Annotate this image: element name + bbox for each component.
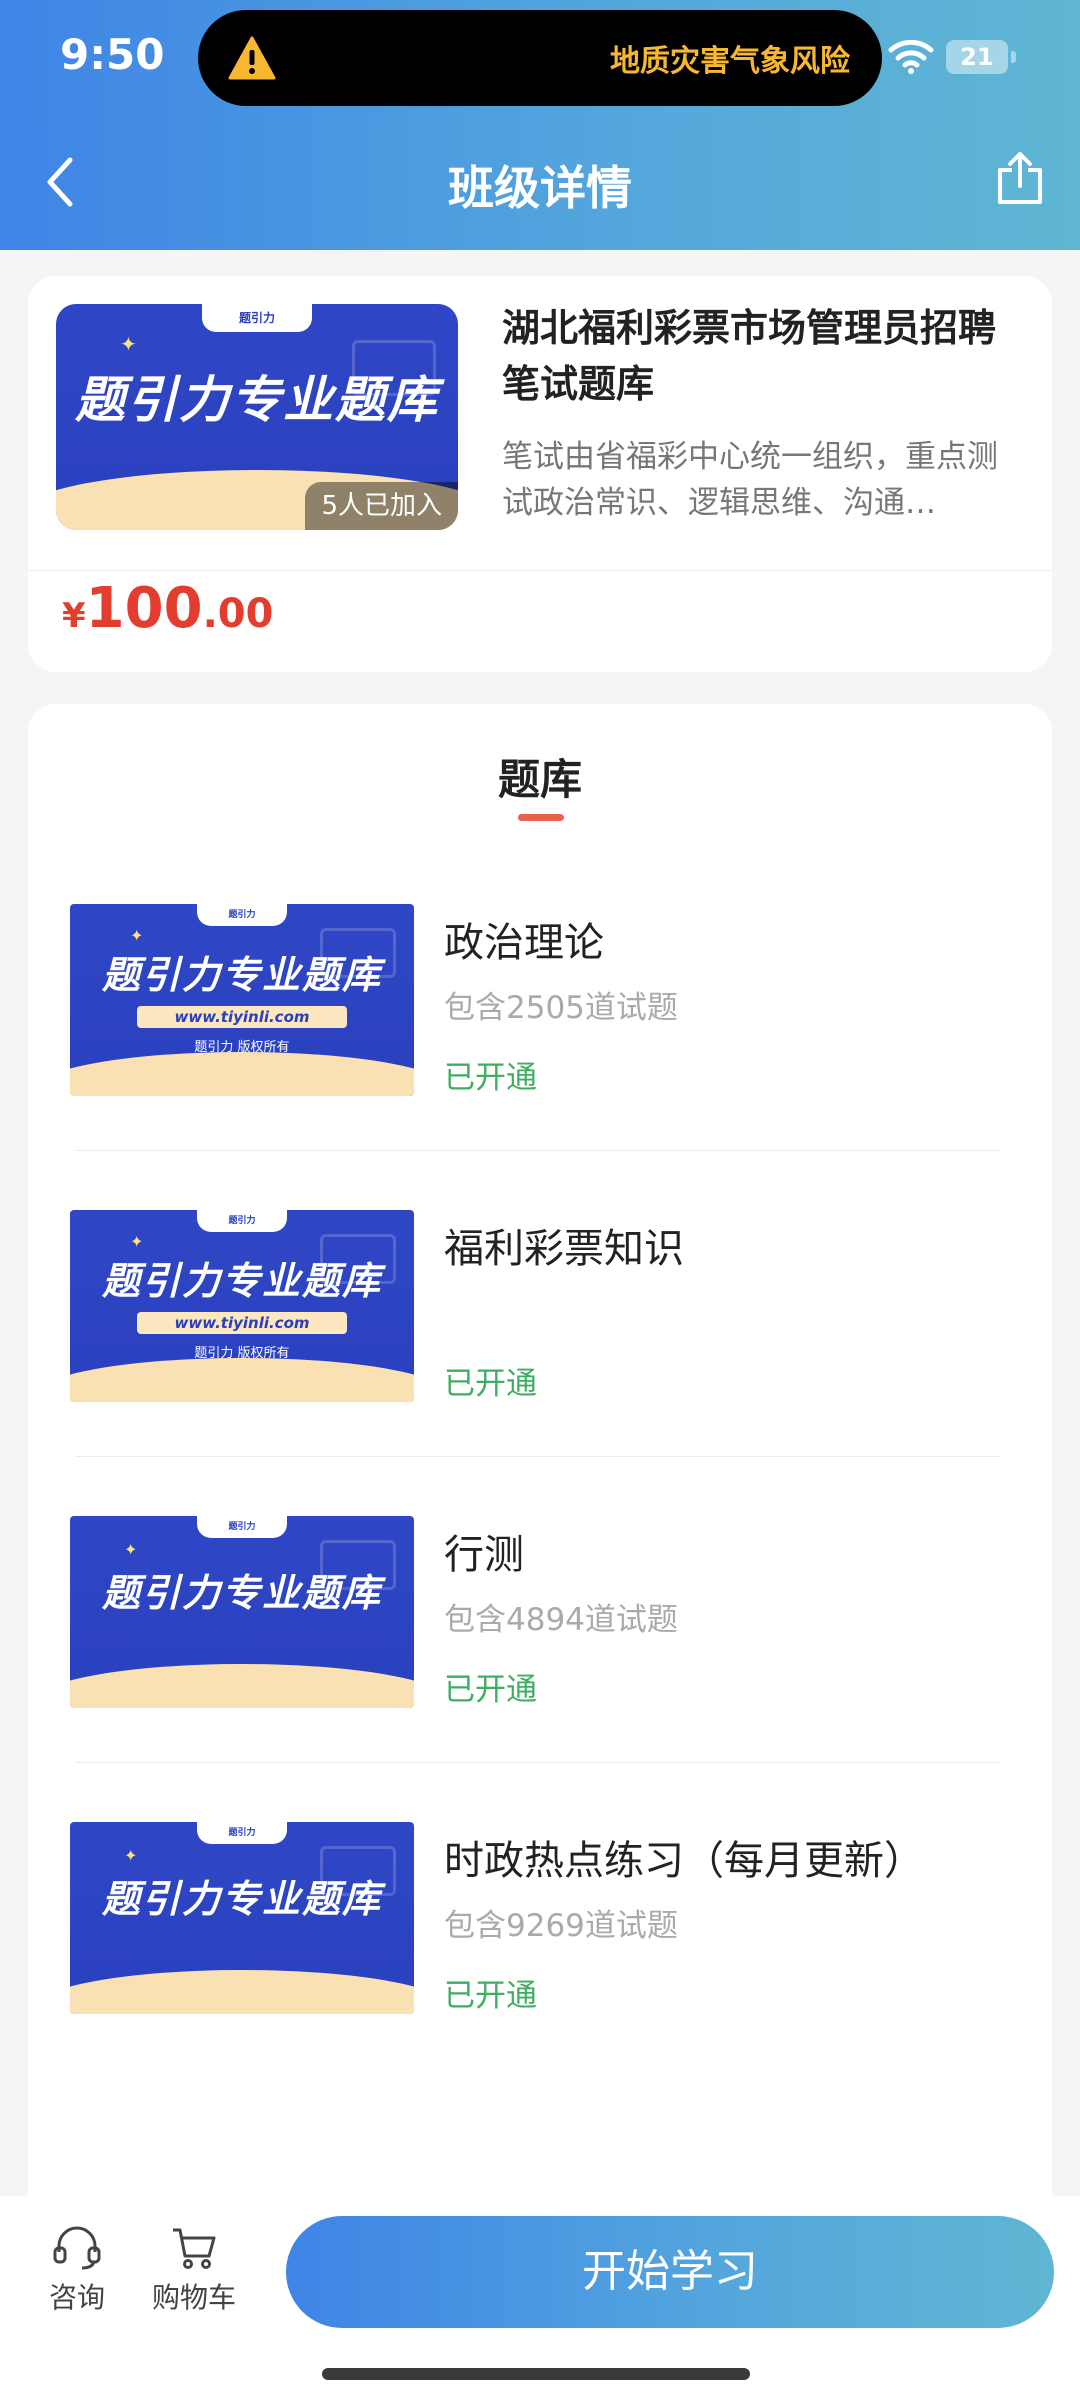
product-cover-image: ✦ 题引力 题引力专业题库 题引力 版权所有 5人已加入 [56, 304, 458, 530]
bank-item-count: 包含9269道试题 [444, 1908, 678, 1944]
bank-item-name: 行测 [444, 1532, 524, 1578]
cover-url: www.tiyinli.com [137, 1006, 347, 1028]
price-currency: ¥ [62, 596, 86, 636]
bank-item-name: 福利彩票知识 [444, 1226, 684, 1272]
bank-item-status: 已开通 [444, 1672, 537, 1708]
share-icon[interactable] [994, 150, 1046, 206]
dynamic-island-alert[interactable]: 地质灾害气象风险 [198, 10, 882, 106]
cover-slogan: 题引力专业题库 [75, 371, 439, 429]
alert-text: 地质灾害气象风险 [610, 44, 850, 79]
bank-item-cover: ✦ 题引力 题引力专业题库 题引力 版权所有 [70, 1822, 414, 2014]
cover-slogan: 题引力专业题库 [101, 1877, 382, 1921]
bank-item-name: 时政热点练习（每月更新） [444, 1838, 924, 1884]
cover-slogan: 题引力专业题库 [101, 1571, 382, 1615]
status-time: 9:50 [60, 30, 165, 79]
cover-url: www.tiyinli.com [137, 1312, 347, 1334]
cover-wave [70, 1664, 414, 1708]
wifi-icon [888, 39, 934, 74]
battery-indicator: 21 [946, 40, 1016, 74]
consult-button[interactable]: 咨询 [42, 2226, 112, 2316]
star-icon: ✦ [124, 1846, 138, 1865]
cover-slogan: 题引力专业题库 [101, 953, 382, 997]
cover-brand-tab: 题引力 [197, 1210, 287, 1232]
cover-wave [70, 1052, 414, 1096]
star-icon: ✦ [120, 332, 137, 356]
cover-wave [70, 1970, 414, 2014]
star-icon: ✦ [130, 1232, 144, 1251]
question-bank-section: 题库 ✦ 题引力 题引力专业题库 www.tiyinli.com 题引力 版权所… [28, 704, 1052, 2224]
cover-brand-tab: 题引力 [197, 904, 287, 926]
cart-icon [173, 2228, 216, 2269]
consult-label: 咨询 [48, 2281, 105, 2314]
bank-item-count: 包含4894道试题 [444, 1602, 678, 1638]
page-title: 班级详情 [448, 161, 632, 215]
section-title: 题库 [497, 755, 582, 804]
joined-count-badge: 5人已加入 [305, 482, 458, 530]
divider [76, 1150, 1000, 1151]
cover-brand-tab: 题引力 [202, 304, 312, 332]
bank-item-cover: ✦ 题引力 题引力专业题库 题引力 版权所有 [70, 1516, 414, 1708]
cover-brand-tab: 题引力 [197, 1516, 287, 1538]
bank-item-status: 已开通 [444, 1366, 537, 1402]
divider [28, 570, 1052, 571]
divider [76, 1762, 1000, 1763]
star-icon: ✦ [130, 926, 144, 945]
price: ¥100.00 [62, 576, 273, 641]
bank-item-politics[interactable]: ✦ 题引力 题引力专业题库 www.tiyinli.com 题引力 版权所有 政… [28, 904, 1052, 1210]
home-indicator[interactable] [322, 2368, 750, 2380]
bank-item-current-affairs[interactable]: ✦ 题引力 题引力专业题库 题引力 版权所有 时政热点练习（每月更新） 包含92… [28, 1822, 1052, 2128]
product-title: 湖北福利彩票市场管理员招聘笔试题库 [502, 306, 997, 406]
bank-item-name: 政治理论 [444, 920, 604, 966]
header: 9:50 地质灾害气象风险 21 班级详情 [0, 0, 1080, 250]
cart-label: 购物车 [151, 2281, 236, 2314]
star-icon: ✦ [124, 1540, 138, 1559]
bank-item-count: 包含2505道试题 [444, 990, 678, 1026]
cover-slogan: 题引力专业题库 [101, 1259, 382, 1303]
warning-icon [228, 36, 276, 80]
bank-item-cover: ✦ 题引力 题引力专业题库 www.tiyinli.com 题引力 版权所有 [70, 904, 414, 1096]
price-integer: 100 [85, 576, 203, 641]
price-decimal: .00 [202, 591, 274, 637]
product-description: 笔试由省福彩中心统一组织，重点测试政治常识、逻辑思维、沟通… [502, 439, 998, 521]
bank-item-aptitude-test[interactable]: ✦ 题引力 题引力专业题库 题引力 版权所有 行测 包含4894道试题 已开通 [28, 1516, 1052, 1822]
cover-wave [70, 1358, 414, 1402]
product-card: ✦ 题引力 题引力专业题库 题引力 版权所有 5人已加入 湖北福利彩票市场管理员… [28, 276, 1052, 672]
bank-item-lottery-knowledge[interactable]: ✦ 题引力 题引力专业题库 www.tiyinli.com 题引力 版权所有 福… [28, 1210, 1052, 1516]
section-title-underline [518, 814, 564, 821]
bank-item-status: 已开通 [444, 1978, 537, 2014]
start-learning-button[interactable]: 开始学习 [286, 2216, 1054, 2328]
cover-brand-tab: 题引力 [197, 1822, 287, 1844]
bank-item-cover: ✦ 题引力 题引力专业题库 www.tiyinli.com 题引力 版权所有 [70, 1210, 414, 1402]
bank-item-status: 已开通 [444, 1060, 537, 1096]
headset-icon [53, 2226, 101, 2270]
cart-button[interactable]: 购物车 [146, 2226, 242, 2316]
divider [76, 1456, 1000, 1457]
